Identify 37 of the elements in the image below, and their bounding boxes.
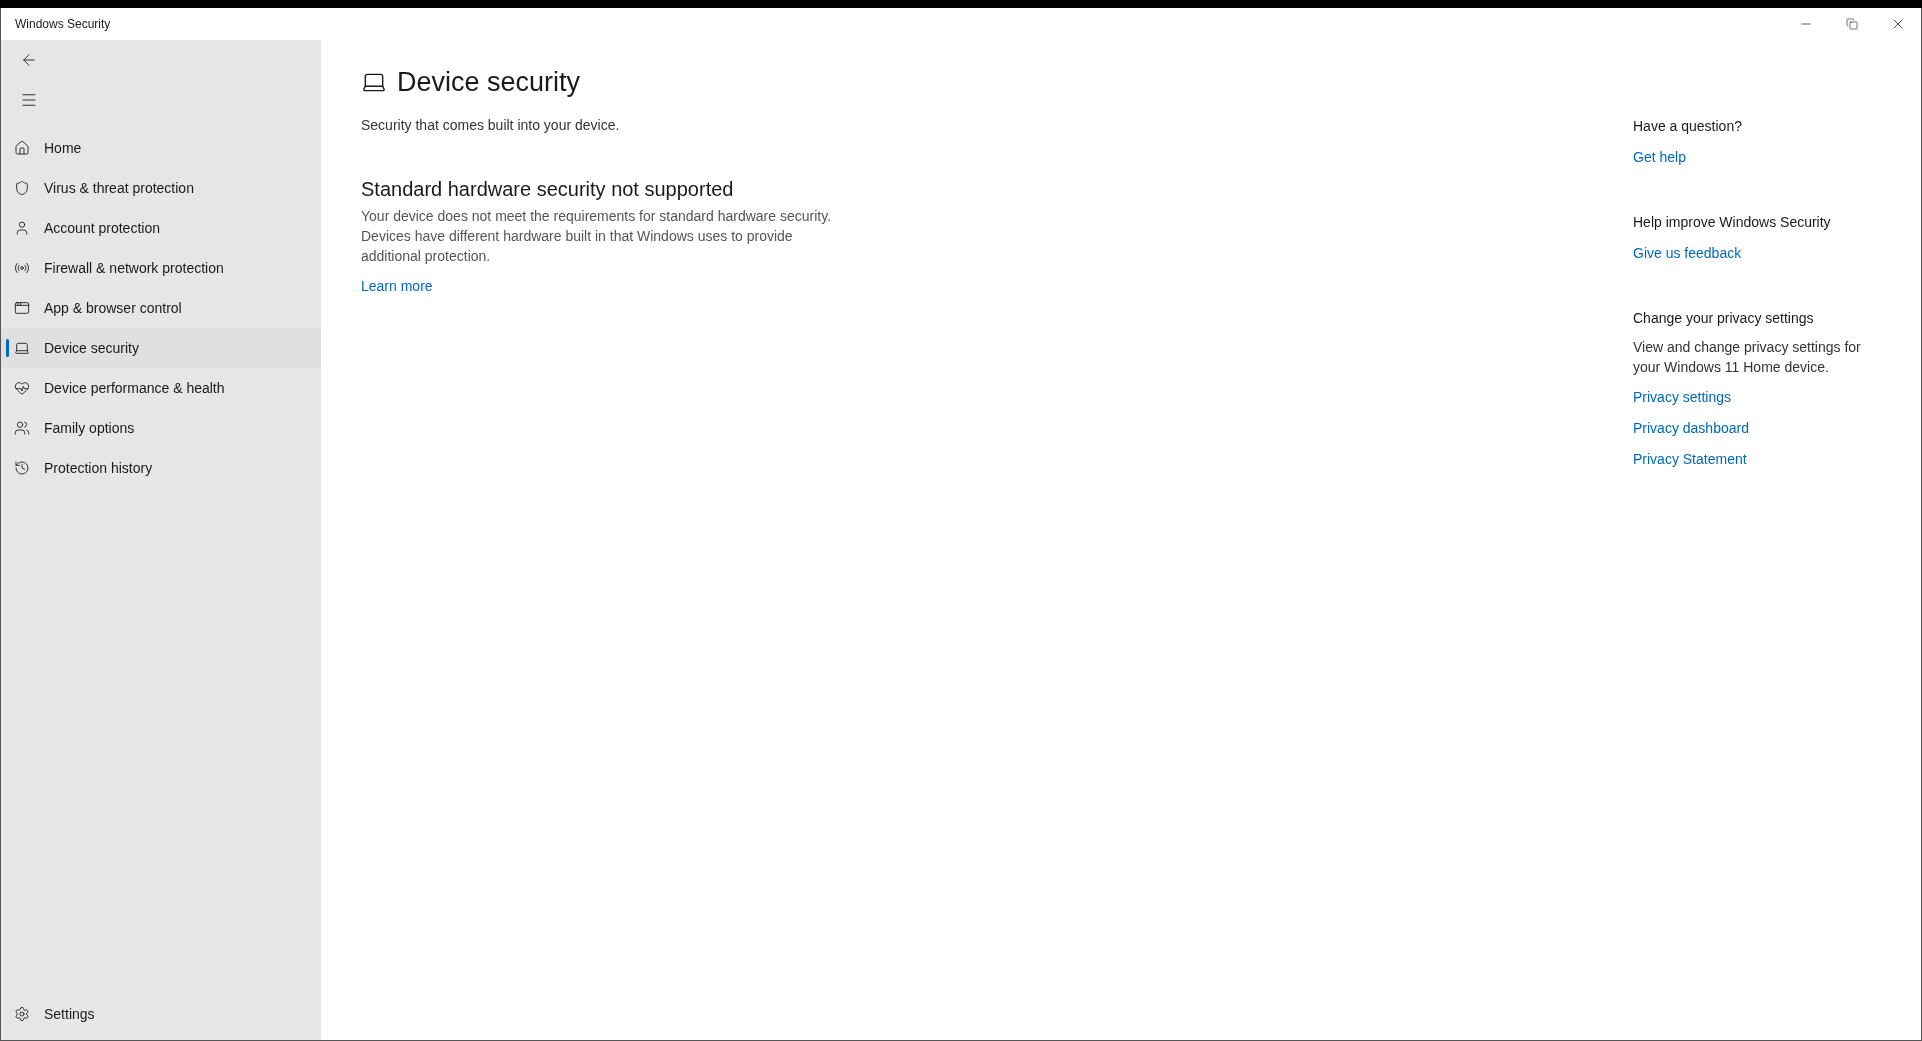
- aside-text: View and change privacy settings for your Windows 11 Home device.: [1633, 338, 1862, 377]
- people-icon: [14, 420, 30, 436]
- nav-item[interactable]: Family options: [1, 408, 321, 448]
- section-heading: Standard hardware security not supported: [361, 176, 735, 202]
- aside-heading: Have a question?: [1633, 117, 1742, 136]
- person-icon: [14, 220, 30, 236]
- aside-heading: Change your privacy settings: [1633, 309, 1814, 328]
- settings-item[interactable]: Settings: [1, 994, 321, 1034]
- aside-link[interactable]: Privacy Statement: [1633, 449, 1747, 470]
- antenna-icon: [14, 260, 30, 276]
- page-title: Device security: [397, 66, 581, 99]
- heart-pulse-icon: [14, 380, 30, 396]
- restore-icon: [1846, 18, 1858, 30]
- window-icon: [14, 300, 30, 316]
- aside-link[interactable]: Privacy settings: [1633, 387, 1732, 408]
- nav-item[interactable]: Protection history: [1, 448, 321, 488]
- aside-heading: Help improve Windows Security: [1633, 213, 1831, 232]
- nav-item[interactable]: Device security: [1, 328, 321, 368]
- history-icon: [14, 460, 30, 476]
- shield-icon: [14, 180, 30, 196]
- nav-item[interactable]: Home: [1, 128, 321, 168]
- menu-icon: [20, 91, 38, 109]
- settings-icon: [14, 1006, 30, 1022]
- laptop-icon: [14, 340, 30, 356]
- nav-item[interactable]: Firewall & network protection: [1, 248, 321, 288]
- aside-link[interactable]: Get help: [1633, 147, 1686, 168]
- section-description: Your device does not meet the requirements for standard hardware security. Devices have different hardware built in that Windows uses to provide additional protection.: [361, 206, 833, 266]
- aside-link[interactable]: Give us feedback: [1633, 243, 1742, 264]
- home-icon: [14, 140, 30, 156]
- learn-more-link[interactable]: Learn more: [361, 275, 433, 297]
- nav-item[interactable]: App & browser control: [1, 288, 321, 328]
- page-subtitle: Security that comes built into your device.: [361, 115, 621, 135]
- window-title: Windows Security: [15, 16, 111, 33]
- nav-item[interactable]: Virus & threat protection: [1, 168, 321, 208]
- aside-link[interactable]: Privacy dashboard: [1633, 418, 1749, 439]
- nav-item[interactable]: Account protection: [1, 208, 321, 248]
- nav-item[interactable]: Device performance & health: [1, 368, 321, 408]
